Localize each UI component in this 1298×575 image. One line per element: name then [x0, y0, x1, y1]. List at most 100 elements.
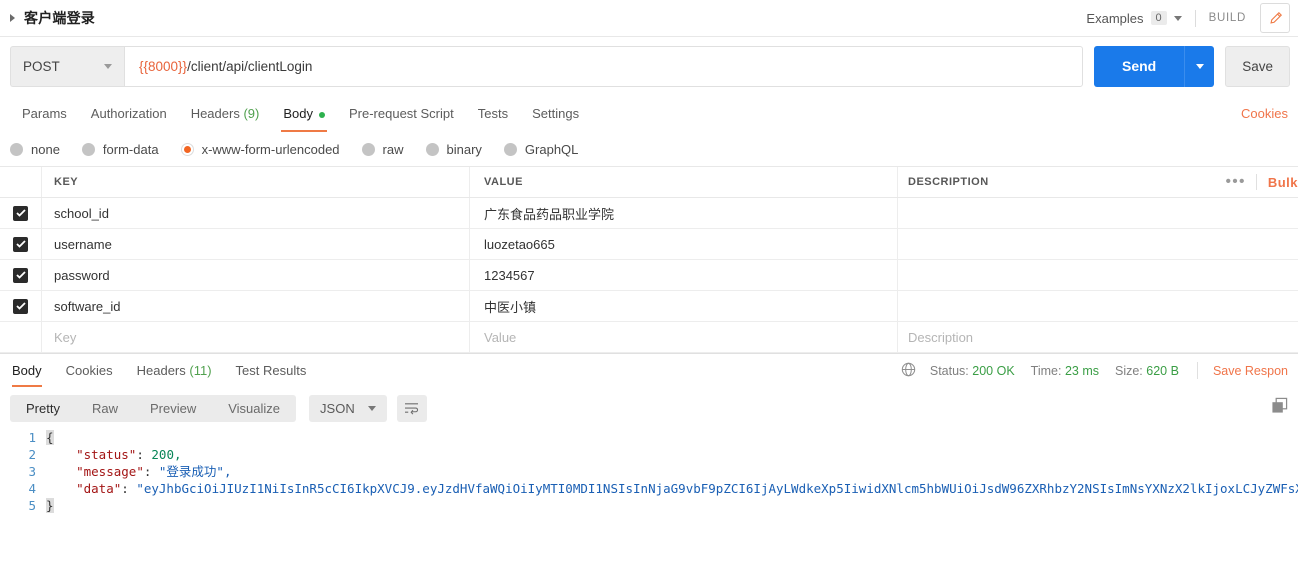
tab-label: Pre-request Script: [349, 106, 454, 121]
row-checkbox-empty[interactable]: [0, 322, 42, 352]
row-key[interactable]: software_id: [42, 291, 470, 321]
row-value[interactable]: 广东食品药品职业学院: [470, 198, 898, 228]
row-checkbox[interactable]: [0, 260, 42, 290]
expand-triangle-icon[interactable]: [10, 14, 15, 22]
edit-button[interactable]: [1260, 3, 1290, 33]
radio-circle-icon: [10, 143, 23, 156]
view-mode-preview[interactable]: Preview: [134, 395, 212, 422]
row-description[interactable]: [898, 260, 1298, 290]
radio-graphql[interactable]: GraphQL: [504, 142, 578, 157]
radio-none[interactable]: none: [10, 142, 60, 157]
save-button[interactable]: Save: [1225, 46, 1290, 87]
build-label[interactable]: BUILD: [1209, 12, 1246, 24]
tab-label: Params: [22, 106, 67, 121]
divider: [1195, 10, 1196, 27]
url-input[interactable]: {{8000}}/client/api/clientLogin: [124, 46, 1083, 87]
tab-label: Headers: [137, 363, 186, 378]
view-mode-visualize[interactable]: Visualize: [212, 395, 296, 422]
examples-count-badge: 0: [1151, 11, 1167, 25]
response-tab-test-results[interactable]: Test Results: [224, 354, 319, 387]
table-placeholder-row: Key Value Description: [0, 322, 1298, 353]
copy-icon: [1271, 397, 1288, 414]
send-options-button[interactable]: [1184, 46, 1214, 87]
globe-icon[interactable]: [901, 362, 916, 380]
row-description[interactable]: [898, 291, 1298, 321]
radio-form-data[interactable]: form-data: [82, 142, 159, 157]
chevron-down-icon[interactable]: [1174, 16, 1182, 21]
http-method-label: POST: [23, 59, 60, 74]
wrap-lines-button[interactable]: [397, 395, 427, 422]
code-line: 4 "data": "eyJhbGciOiJIUzI1NiIsInR5cCI6I…: [0, 480, 1298, 497]
row-checkbox[interactable]: [0, 291, 42, 321]
response-tab-cookies[interactable]: Cookies: [54, 354, 125, 387]
code-line: 3 "message": "登录成功",: [0, 463, 1298, 480]
tab-authorization[interactable]: Authorization: [79, 106, 179, 132]
row-description[interactable]: [898, 229, 1298, 259]
row-key[interactable]: school_id: [42, 198, 470, 228]
radio-label: none: [31, 142, 60, 157]
response-status-bar: Status: 200 OK Time: 23 ms Size: 620 B S…: [901, 362, 1288, 380]
tab-params[interactable]: Params: [10, 106, 79, 132]
radio-binary[interactable]: binary: [426, 142, 482, 157]
line-number: 5: [0, 497, 46, 514]
code-line: 5 }: [0, 497, 1298, 514]
code-value: 200,: [151, 447, 181, 462]
response-body-code[interactable]: 1 { 2 "status": 200, 3 "message": "登录成功"…: [0, 429, 1298, 514]
tab-body[interactable]: Body: [271, 106, 337, 132]
row-value[interactable]: 1234567: [470, 260, 898, 290]
table-row: software_id 中医小镇: [0, 291, 1298, 322]
row-value[interactable]: luozetao665: [470, 229, 898, 259]
new-key-input[interactable]: Key: [42, 322, 470, 352]
row-key[interactable]: username: [42, 229, 470, 259]
row-key[interactable]: password: [42, 260, 470, 290]
code-brace-open: {: [46, 430, 54, 445]
request-tabs: Params Authorization Headers (9) Body Pr…: [0, 95, 1298, 132]
row-checkbox[interactable]: [0, 229, 42, 259]
bulk-edit-link[interactable]: Bulk: [1257, 175, 1298, 190]
url-path: /client/api/clientLogin: [187, 59, 312, 74]
http-method-select[interactable]: POST: [10, 46, 124, 87]
radio-x-www-form-urlencoded[interactable]: x-www-form-urlencoded: [181, 142, 340, 157]
response-format-select[interactable]: JSON: [309, 395, 387, 422]
tab-tests[interactable]: Tests: [466, 106, 520, 132]
new-value-input[interactable]: Value: [470, 322, 898, 352]
url-variable: {{8000}}: [139, 59, 187, 74]
tab-settings[interactable]: Settings: [520, 106, 591, 132]
table-options-icon[interactable]: •••: [1216, 177, 1256, 187]
line-number: 3: [0, 463, 46, 480]
view-mode-pretty[interactable]: Pretty: [10, 395, 76, 422]
code-brace-close: }: [46, 498, 54, 513]
tab-pre-request-script[interactable]: Pre-request Script: [337, 106, 466, 132]
line-number: 4: [0, 480, 46, 497]
response-tab-body[interactable]: Body: [10, 354, 54, 387]
status-label: Status:: [930, 364, 969, 378]
line-number: 2: [0, 446, 46, 463]
tab-headers[interactable]: Headers (9): [179, 106, 272, 132]
code-key: "message": [76, 464, 144, 479]
code-line: 1 {: [0, 429, 1298, 446]
cookies-link[interactable]: Cookies: [1241, 106, 1288, 132]
send-button[interactable]: Send: [1094, 46, 1184, 87]
copy-button[interactable]: [1271, 397, 1288, 419]
row-value[interactable]: 中医小镇: [470, 291, 898, 321]
radio-label: GraphQL: [525, 142, 578, 157]
tab-label: Headers: [191, 106, 240, 121]
radio-label: x-www-form-urlencoded: [202, 142, 340, 157]
titlebar-actions: Examples 0 BUILD: [1086, 3, 1290, 33]
header-description: DESCRIPTION ••• Bulk: [898, 167, 1298, 197]
tab-label: Body: [12, 363, 42, 378]
chevron-down-icon: [104, 64, 112, 69]
code-value: "eyJhbGciOiJIUzI1NiIsInR5cCI6IkpXVCJ9.ey…: [136, 481, 1298, 496]
checkbox-checked-icon: [13, 299, 28, 314]
response-tab-headers[interactable]: Headers (11): [125, 354, 224, 387]
table-row: username luozetao665: [0, 229, 1298, 260]
view-mode-raw[interactable]: Raw: [76, 395, 134, 422]
table-row: school_id 广东食品药品职业学院: [0, 198, 1298, 229]
time-value: 23 ms: [1065, 364, 1099, 378]
new-description-input[interactable]: Description: [898, 322, 1298, 352]
save-response-link[interactable]: Save Respon: [1198, 364, 1288, 378]
tab-label: Cookies: [66, 363, 113, 378]
row-checkbox[interactable]: [0, 198, 42, 228]
row-description[interactable]: [898, 198, 1298, 228]
radio-raw[interactable]: raw: [362, 142, 404, 157]
